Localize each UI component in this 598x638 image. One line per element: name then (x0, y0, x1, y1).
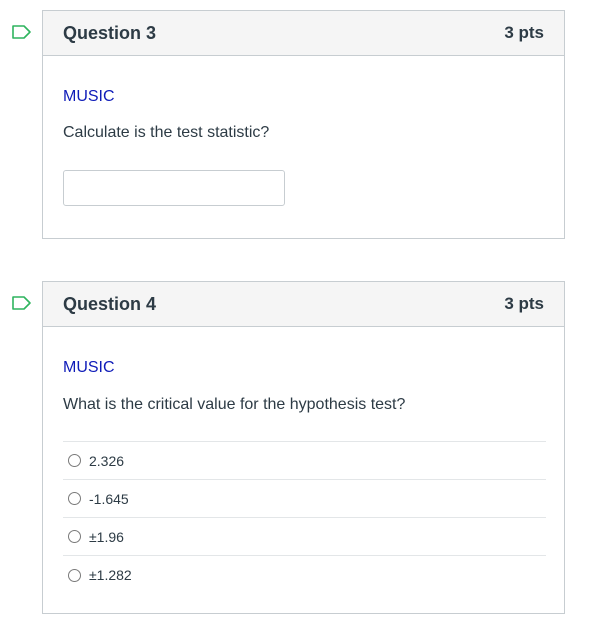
answer-input[interactable] (63, 170, 285, 206)
answer-options: 2.326 -1.645 ±1.96 ±1.282 (63, 441, 546, 594)
answer-option[interactable]: ±1.96 (63, 518, 546, 556)
option-label: -1.645 (89, 490, 129, 507)
question-topic: MUSIC (63, 359, 115, 376)
flag-question-icon[interactable] (12, 296, 32, 310)
radio-button[interactable] (68, 530, 81, 543)
option-label: ±1.282 (89, 567, 132, 583)
question-3: Question 3 3 pts MUSIC Calculate is the … (42, 10, 565, 239)
question-header: Question 4 3 pts (43, 282, 564, 327)
question-text: Calculate is the test statistic? (63, 124, 270, 141)
radio-button[interactable] (68, 492, 81, 505)
question-4: Question 4 3 pts MUSIC What is the criti… (42, 281, 565, 614)
answer-option[interactable]: ±1.282 (63, 556, 546, 594)
option-label: ±1.96 (89, 528, 124, 545)
question-points: 3 pts (504, 294, 544, 313)
question-topic: MUSIC (63, 88, 115, 105)
flag-question-icon[interactable] (12, 25, 32, 39)
answer-option[interactable]: 2.326 (63, 442, 546, 480)
question-title: Question 4 (63, 293, 157, 314)
question-text: What is the critical value for the hypot… (63, 396, 406, 413)
radio-button[interactable] (68, 454, 81, 467)
question-title: Question 3 (63, 22, 157, 43)
option-label: 2.326 (89, 452, 125, 469)
answer-option[interactable]: -1.645 (63, 480, 546, 518)
question-header: Question 3 3 pts (43, 11, 564, 56)
question-points: 3 pts (504, 23, 544, 42)
radio-button[interactable] (68, 568, 81, 582)
